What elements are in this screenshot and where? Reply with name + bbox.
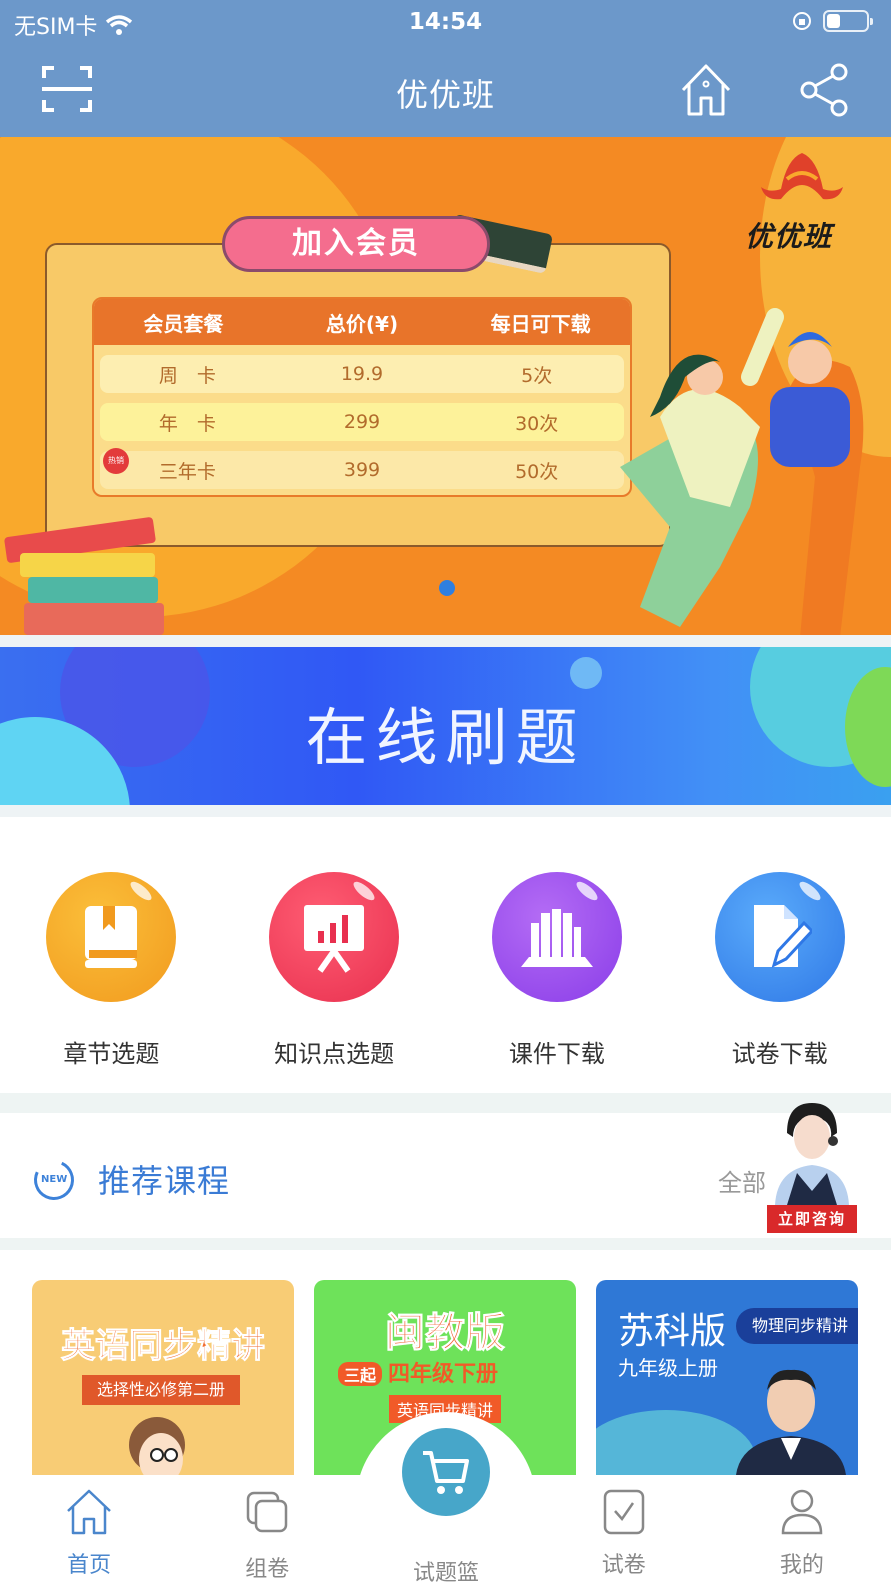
- course-subtitle: 九年级上册: [618, 1356, 718, 1380]
- nav-bar: 优优班: [0, 44, 891, 137]
- banner-headline: 加入会员: [222, 216, 490, 272]
- user-icon: [781, 1489, 823, 1535]
- tab-home[interactable]: 首页: [0, 1475, 178, 1595]
- column-header: 总价(¥): [325, 311, 399, 336]
- section-title: 推荐课程: [98, 1162, 231, 1200]
- rotation-lock-icon: [793, 12, 811, 30]
- recommended-header: NEW 推荐课程 全部: [0, 1113, 891, 1238]
- tab-label: 首页: [67, 1553, 112, 1578]
- course-title: 英语同步精讲: [61, 1326, 266, 1367]
- course-title: 闽教版: [385, 1310, 506, 1357]
- table-row: 年 卡 299 30次: [100, 403, 624, 441]
- page-title: 优优班: [395, 76, 495, 114]
- downloads-cell: 50次: [515, 460, 559, 483]
- downloads-cell: 5次: [521, 364, 553, 387]
- presentation-chart-icon: [269, 872, 400, 1002]
- action-label: 课件下载: [508, 1040, 605, 1068]
- course-subtitle: 选择性必修第二册: [82, 1375, 240, 1405]
- hot-badge: 热销: [103, 448, 129, 474]
- tab-question-basket[interactable]: [402, 1428, 490, 1516]
- support-agent-icon: [775, 1103, 849, 1205]
- cartoon-illustration: [129, 1417, 185, 1475]
- tab-label: 试题篮: [412, 1561, 479, 1586]
- tab-label: 试卷: [601, 1553, 646, 1578]
- logo-mark-icon: [761, 153, 843, 200]
- plan-cell: 年 卡: [158, 412, 216, 435]
- decor-blob: [570, 657, 602, 689]
- divider: [0, 1093, 891, 1113]
- action-label: 章节选题: [63, 1040, 160, 1068]
- status-bar: 无SIM卡 14:54: [0, 0, 891, 44]
- divider: [0, 805, 891, 817]
- tab-compose[interactable]: 组卷: [178, 1475, 356, 1595]
- price-cell: 399: [343, 459, 381, 481]
- teacher-photo: [736, 1369, 846, 1475]
- view-all-link[interactable]: 全部: [718, 1163, 766, 1198]
- practice-label: 在线刷题: [305, 701, 586, 774]
- new-badge-icon: NEW: [28, 1154, 80, 1206]
- brand-name: 优优班: [745, 220, 833, 253]
- tab-mine[interactable]: 我的: [713, 1475, 891, 1595]
- membership-table: 会员套餐 总价(¥) 每日可下载 周 卡 19.9 5次 年 卡 299 30次…: [92, 297, 632, 497]
- course-badge: 物理同步精讲: [736, 1308, 858, 1344]
- course-title: 苏科版: [618, 1311, 727, 1352]
- book-icon: [46, 872, 177, 1002]
- column-header: 会员套餐: [143, 311, 224, 336]
- action-courseware-download[interactable]: 课件下载: [446, 817, 669, 1093]
- support-tag: 立即咨询: [767, 1205, 857, 1233]
- table-row: 周 卡 19.9 5次: [100, 355, 624, 393]
- tab-label: 组卷: [245, 1557, 290, 1582]
- course-card[interactable]: 苏科版 物理同步精讲 九年级上册: [596, 1280, 858, 1475]
- quick-actions: 章节选题 知识点选题 课件下载 试卷下载: [0, 817, 891, 1093]
- divider: [0, 1238, 891, 1250]
- battery-icon: [823, 10, 873, 32]
- tab-papers[interactable]: 试卷: [535, 1475, 713, 1595]
- home-icon: [67, 1489, 111, 1535]
- table-header: 会员套餐 总价(¥) 每日可下载: [94, 299, 630, 345]
- cart-icon: [423, 1451, 469, 1494]
- action-chapter-select[interactable]: 章节选题: [0, 817, 223, 1093]
- customer-support-button[interactable]: 立即咨询: [767, 1093, 857, 1233]
- plan-cell: 周 卡: [158, 364, 216, 387]
- checkbox-icon: [603, 1489, 644, 1535]
- table-row: 三年卡 399 50次: [100, 451, 624, 489]
- share-icon[interactable]: [799, 62, 849, 118]
- top-bar: 无SIM卡 14:54 优优班: [0, 0, 891, 137]
- course-subtitle: 三起 四年级下册: [338, 1356, 498, 1388]
- downloads-cell: 30次: [515, 412, 559, 435]
- action-knowledge-select[interactable]: 知识点选题: [223, 817, 446, 1093]
- action-paper-download[interactable]: 试卷下载: [668, 817, 891, 1093]
- course-card[interactable]: 英语同步精讲 选择性必修第二册: [32, 1280, 294, 1475]
- students-illustration: [620, 308, 864, 635]
- books-illustration: [4, 517, 164, 635]
- action-label: 知识点选题: [274, 1040, 395, 1068]
- membership-banner[interactable]: 加入会员 会员套餐 总价(¥) 每日可下载 周 卡 19.9 5次 年 卡 29…: [0, 137, 891, 635]
- price-cell: 19.9: [340, 363, 384, 385]
- action-label: 试卷下载: [731, 1040, 828, 1068]
- bookshelf-icon: [491, 872, 622, 1002]
- status-right: [791, 10, 873, 32]
- price-cell: 299: [343, 411, 381, 433]
- carousel-indicator[interactable]: [439, 580, 455, 596]
- course-tag: 三起: [338, 1362, 383, 1386]
- tab-label: 我的: [779, 1553, 824, 1578]
- brand-logo: 优优班: [745, 149, 865, 253]
- document-edit-icon: [714, 872, 845, 1002]
- online-practice-banner[interactable]: 在线刷题: [0, 647, 891, 805]
- clock: 14:54: [408, 9, 483, 35]
- home-icon[interactable]: [679, 62, 733, 118]
- layers-icon: [247, 1491, 288, 1533]
- divider: [0, 635, 891, 647]
